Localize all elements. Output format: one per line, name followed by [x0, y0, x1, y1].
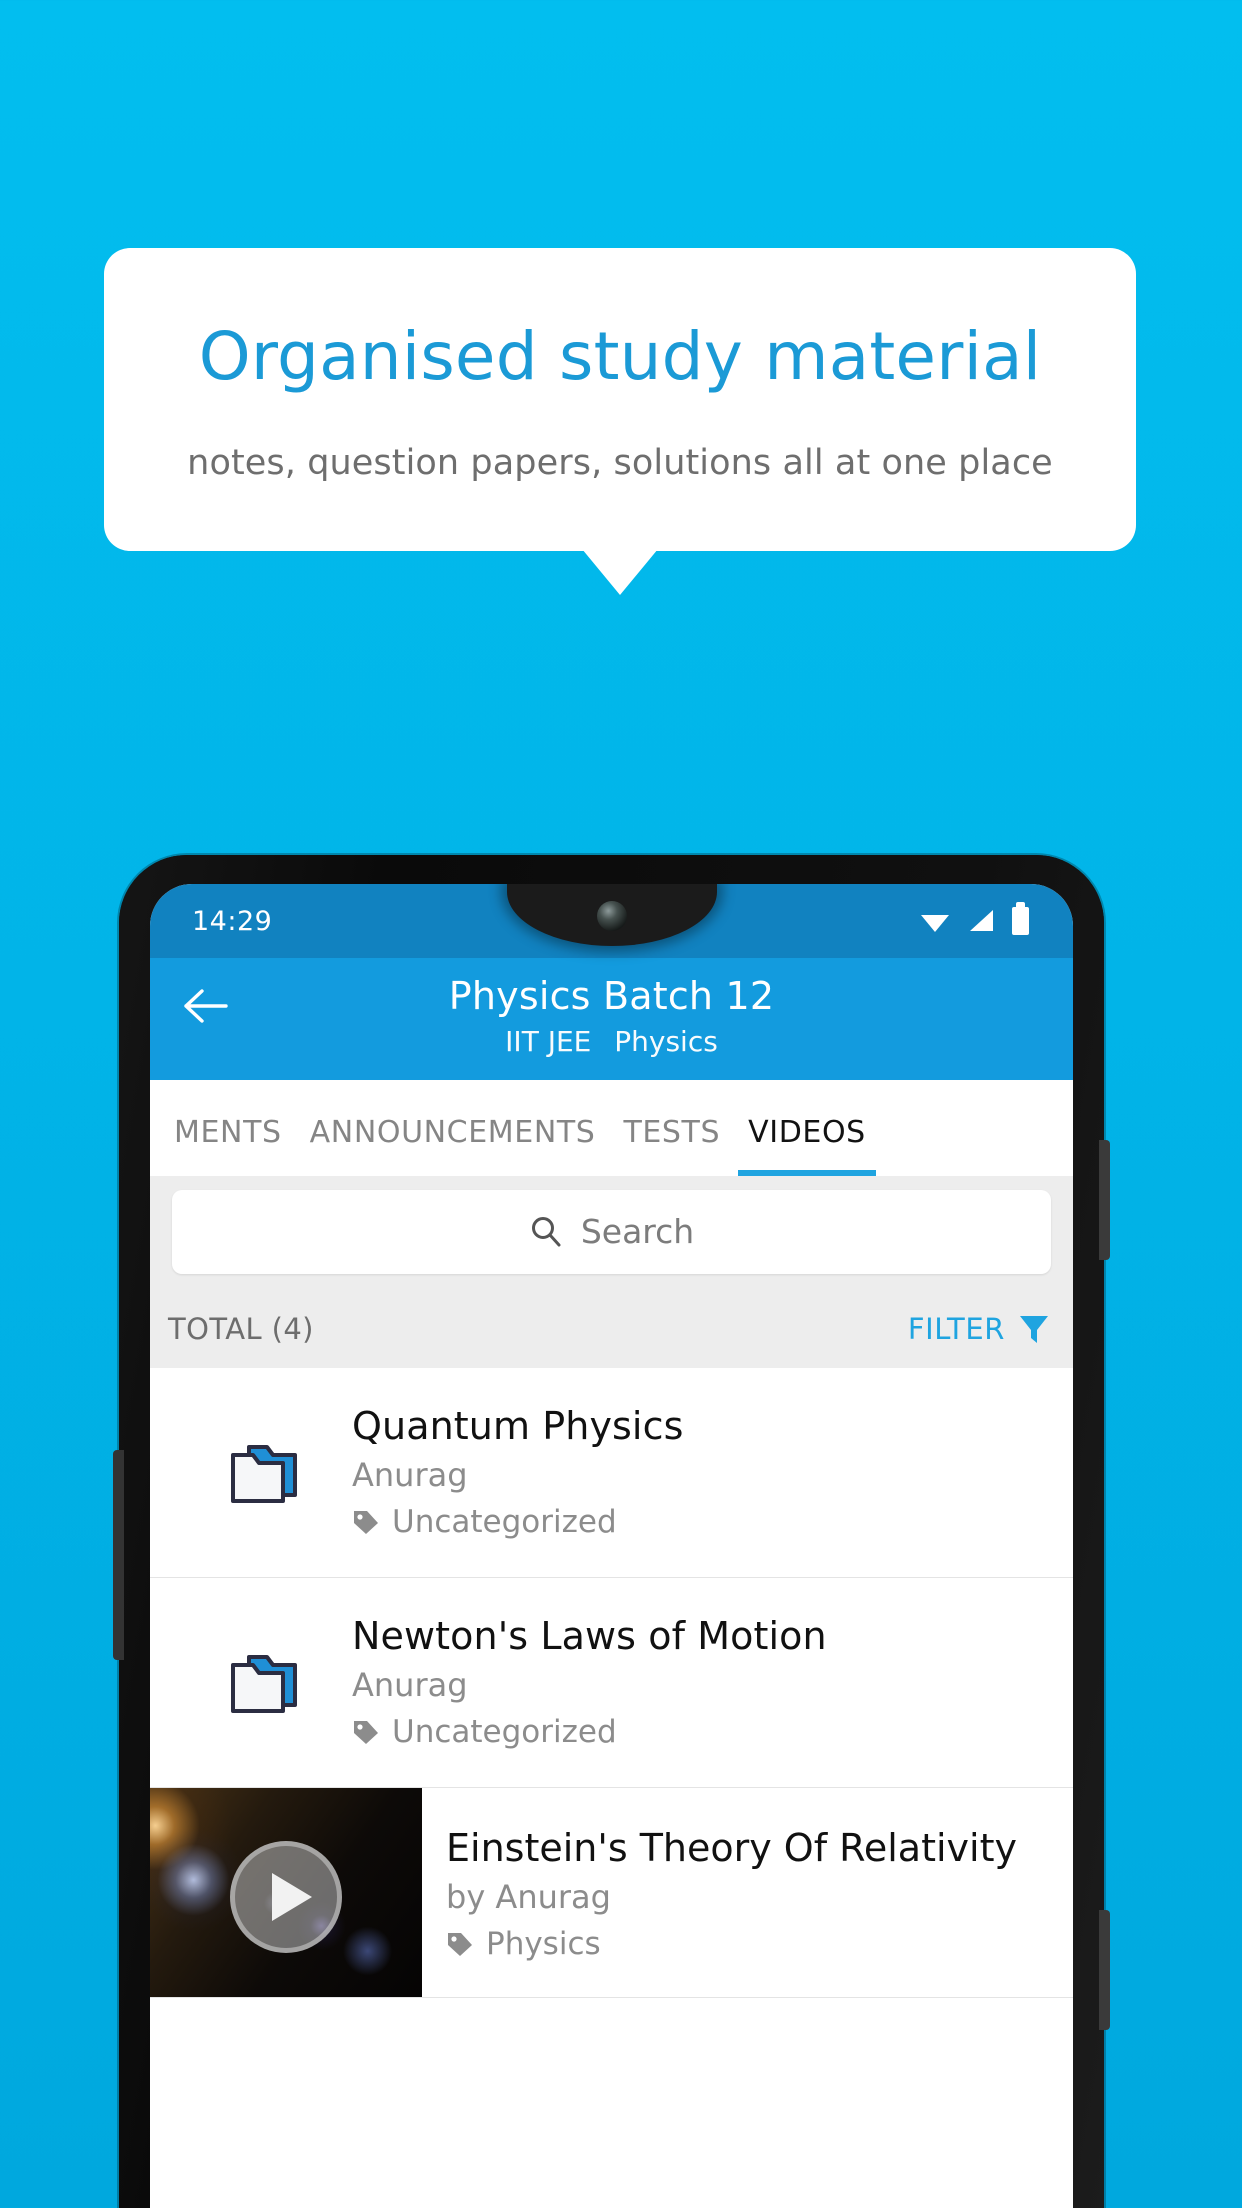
play-icon[interactable]	[230, 1840, 342, 1953]
promo-card: Organised study material notes, question…	[104, 248, 1136, 596]
folder-icon	[176, 1647, 352, 1717]
tab-videos[interactable]: VIDEOS	[734, 1115, 880, 1176]
tab-bar: MENTS ANNOUNCEMENTS TESTS VIDEOS	[150, 1079, 1073, 1176]
status-icons	[920, 902, 1043, 935]
search-placeholder: Search	[580, 1212, 695, 1252]
folder-icon	[176, 1437, 352, 1507]
search-area: Search	[150, 1175, 1073, 1290]
list-item-author: Anurag	[352, 1456, 468, 1495]
list-item[interactable]: Einstein's Theory Of Relativity by Anura…	[150, 1787, 1073, 1998]
phone-left-button[interactable]	[113, 1450, 124, 1660]
video-thumbnail[interactable]	[150, 1787, 422, 1997]
search-icon	[531, 1216, 561, 1247]
list-item-tag: Uncategorized	[392, 1714, 617, 1751]
battery-icon	[1012, 902, 1029, 935]
list-item-tag: Physics	[486, 1925, 601, 1962]
tab-assignments[interactable]: MENTS	[160, 1115, 296, 1176]
list-item-author: by Anurag	[446, 1877, 611, 1916]
phone-notch	[506, 884, 717, 946]
phone-volume-button[interactable]	[1099, 1140, 1110, 1260]
list-item-title: Einstein's Theory Of Relativity	[446, 1825, 1017, 1870]
list-item-tagline: Uncategorized	[352, 1714, 1047, 1750]
phone-mockup: 14:29 Physics Batch 12 IIT JEE Physics M…	[113, 855, 1110, 2208]
list-item-tagline: Uncategorized	[352, 1504, 1047, 1540]
list-item-title: Newton's Laws of Motion	[352, 1614, 827, 1659]
signal-icon	[970, 910, 993, 931]
phone-screen: 14:29 Physics Batch 12 IIT JEE Physics M…	[150, 884, 1073, 2208]
list-item-author: Anurag	[352, 1666, 468, 1705]
front-camera-icon	[596, 901, 627, 931]
list-item-title: Quantum Physics	[352, 1404, 684, 1449]
status-bar: 14:29	[150, 884, 1073, 958]
page-title: Organised study material	[198, 318, 1042, 395]
filter-label: FILTER	[907, 1311, 1005, 1346]
list-item[interactable]: Newton's Laws of Motion Anurag Uncategor…	[150, 1578, 1073, 1788]
list-item-tag: Uncategorized	[392, 1504, 617, 1541]
page-subtitle: notes, question papers, solutions all at…	[187, 443, 1053, 484]
funnel-icon	[1020, 1315, 1048, 1343]
content-list: Quantum Physics Anurag Uncategorized New…	[150, 1367, 1073, 1998]
app-bar-subtitle: IIT JEE Physics	[150, 1025, 1073, 1058]
promo-bubble: Organised study material notes, question…	[104, 248, 1136, 596]
breadcrumb-subject: Physics	[614, 1024, 718, 1058]
list-header: TOTAL (4) FILTER	[150, 1289, 1073, 1368]
tag-icon	[448, 1932, 472, 1956]
tag-icon	[354, 1511, 378, 1535]
phone-power-button[interactable]	[1099, 1910, 1110, 2030]
list-item[interactable]: Quantum Physics Anurag Uncategorized	[150, 1368, 1073, 1578]
breadcrumb-exam: IIT JEE	[505, 1024, 592, 1058]
wifi-icon	[921, 915, 949, 932]
app-bar-title: Physics Batch 12	[448, 974, 775, 1018]
search-input[interactable]: Search	[172, 1189, 1051, 1274]
tab-announcements[interactable]: ANNOUNCEMENTS	[296, 1115, 610, 1176]
bubble-tail	[582, 549, 658, 596]
list-item-body: Einstein's Theory Of Relativity by Anura…	[422, 1788, 1073, 1997]
filter-button[interactable]: FILTER	[908, 1312, 1051, 1346]
total-count-label: TOTAL (4)	[168, 1311, 314, 1346]
tab-tests[interactable]: TESTS	[609, 1115, 734, 1176]
status-time: 14:29	[192, 905, 273, 937]
tag-icon	[354, 1721, 378, 1745]
list-item-body: Quantum Physics Anurag Uncategorized	[352, 1404, 1047, 1540]
list-item-body: Newton's Laws of Motion Anurag Uncategor…	[352, 1614, 1047, 1750]
back-arrow-icon[interactable]	[182, 986, 228, 1026]
list-item-tagline: Physics	[446, 1926, 1073, 1962]
app-bar: Physics Batch 12 IIT JEE Physics	[150, 958, 1073, 1080]
